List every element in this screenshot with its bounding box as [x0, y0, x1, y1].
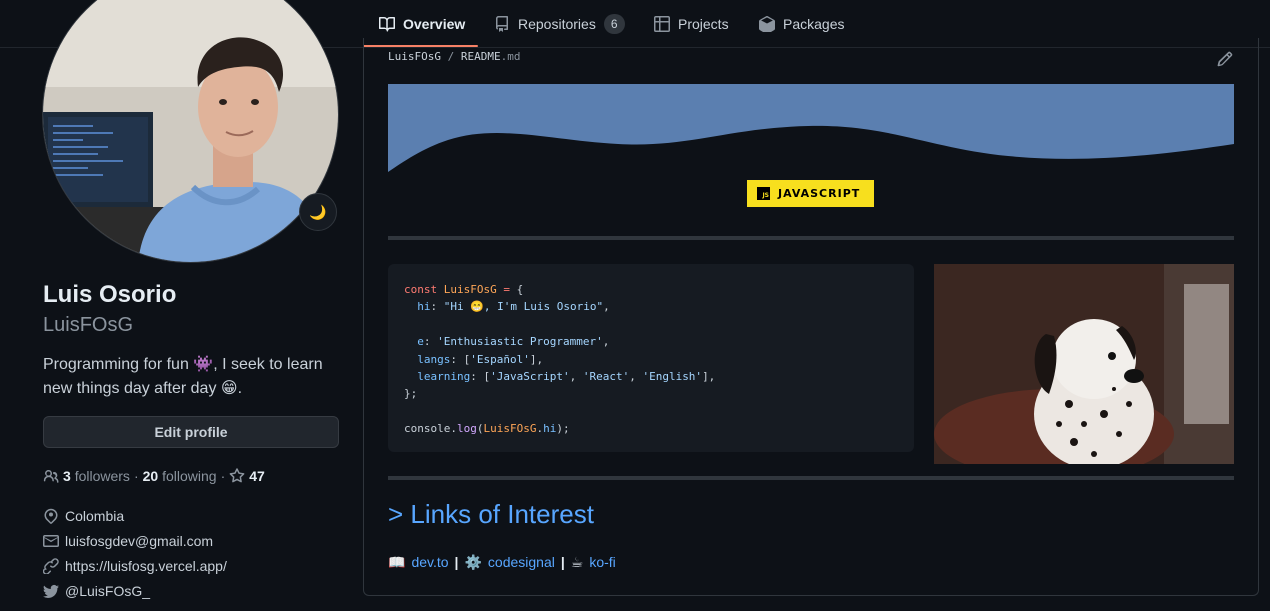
link-icon	[43, 558, 59, 574]
profile-name: Luis Osorio	[43, 281, 177, 308]
email-link[interactable]: luisfosgdev@gmail.com	[65, 533, 213, 549]
repositories-count-badge: 6	[603, 13, 625, 34]
link-separator: |	[454, 554, 459, 570]
tab-overview-label: Overview	[403, 15, 466, 32]
javascript-badge-label: JAVASCRIPT	[778, 187, 861, 200]
pencil-icon[interactable]	[1217, 51, 1233, 67]
location-icon	[44, 508, 58, 524]
book-icon	[379, 16, 395, 32]
people-icon	[43, 470, 59, 483]
website-item[interactable]: https://luisfosg.vercel.app/	[43, 556, 227, 576]
links-row: 📖 dev.to | ⚙️ codesignal | ☕ ko-fi	[388, 552, 616, 572]
book-emoji-icon: 📖	[388, 553, 406, 570]
links-of-interest-heading: > Links of Interest	[388, 499, 594, 529]
readme-path-ext: .md	[500, 50, 521, 63]
tab-repositories-label: Repositories	[518, 15, 596, 32]
readme-path-user[interactable]: LuisFOsG	[388, 50, 441, 63]
following-count: 20	[142, 468, 159, 484]
profile-login: LuisFOsG	[43, 314, 134, 336]
stars-link[interactable]: 47	[229, 468, 265, 484]
website-link[interactable]: https://luisfosg.vercel.app/	[65, 558, 227, 574]
codesignal-link[interactable]: codesignal	[488, 554, 555, 570]
edit-profile-button[interactable]: Edit profile	[43, 416, 339, 448]
code-block: const LuisFOsG = { hi: "Hi 😁, I'm Luis O…	[388, 264, 914, 452]
divider	[388, 236, 1234, 240]
link-separator: |	[560, 554, 565, 570]
follow-stats: 3 followers · 20 following · 47	[43, 466, 265, 486]
followers-count: 3	[63, 468, 71, 484]
package-icon	[759, 15, 775, 32]
avatar-photo	[43, 0, 338, 262]
following-link[interactable]: 20 following	[143, 468, 217, 484]
dot-separator: ·	[133, 468, 139, 484]
table-icon	[654, 15, 670, 32]
dalmatian-photo	[934, 264, 1234, 464]
wave-banner-image	[388, 84, 1234, 174]
tab-projects-label: Projects	[678, 15, 729, 32]
divider	[388, 476, 1234, 480]
followers-label: followers	[74, 468, 130, 484]
location-item: Colombia	[43, 506, 124, 526]
devto-link[interactable]: dev.to	[411, 554, 448, 570]
profile-bio: Programming for fun 👾, I seek to learn n…	[43, 356, 323, 397]
repo-icon	[496, 15, 508, 32]
status-button[interactable]: 🌙	[299, 193, 337, 231]
followers-link[interactable]: 3 followers	[63, 468, 130, 484]
twitter-item[interactable]: @LuisFOsG_	[43, 581, 150, 601]
javascript-logo-icon: JS	[757, 187, 770, 200]
following-label: following	[162, 468, 217, 484]
gear-emoji-icon: ⚙️	[464, 553, 482, 570]
readme-path: LuisFOsG / README.md	[388, 50, 520, 63]
avatar[interactable]	[42, 0, 339, 263]
twitter-icon	[43, 584, 59, 598]
stars-count: 47	[249, 468, 265, 484]
readme-path-file: README	[460, 50, 501, 63]
tab-packages-label: Packages	[783, 15, 845, 32]
dot-separator: ·	[220, 468, 226, 484]
mail-icon	[43, 535, 59, 547]
twitter-link[interactable]: @LuisFOsG_	[65, 583, 150, 599]
coffee-emoji-icon: ☕	[570, 553, 584, 570]
location-text: Colombia	[65, 508, 125, 524]
readme-path-separator: /	[447, 50, 455, 63]
moon-icon: 🌙	[309, 203, 327, 220]
javascript-badge: JS JAVASCRIPT	[747, 180, 874, 207]
star-icon	[229, 468, 245, 483]
kofi-link[interactable]: ko-fi	[589, 554, 615, 570]
email-item[interactable]: luisfosgdev@gmail.com	[43, 531, 213, 551]
